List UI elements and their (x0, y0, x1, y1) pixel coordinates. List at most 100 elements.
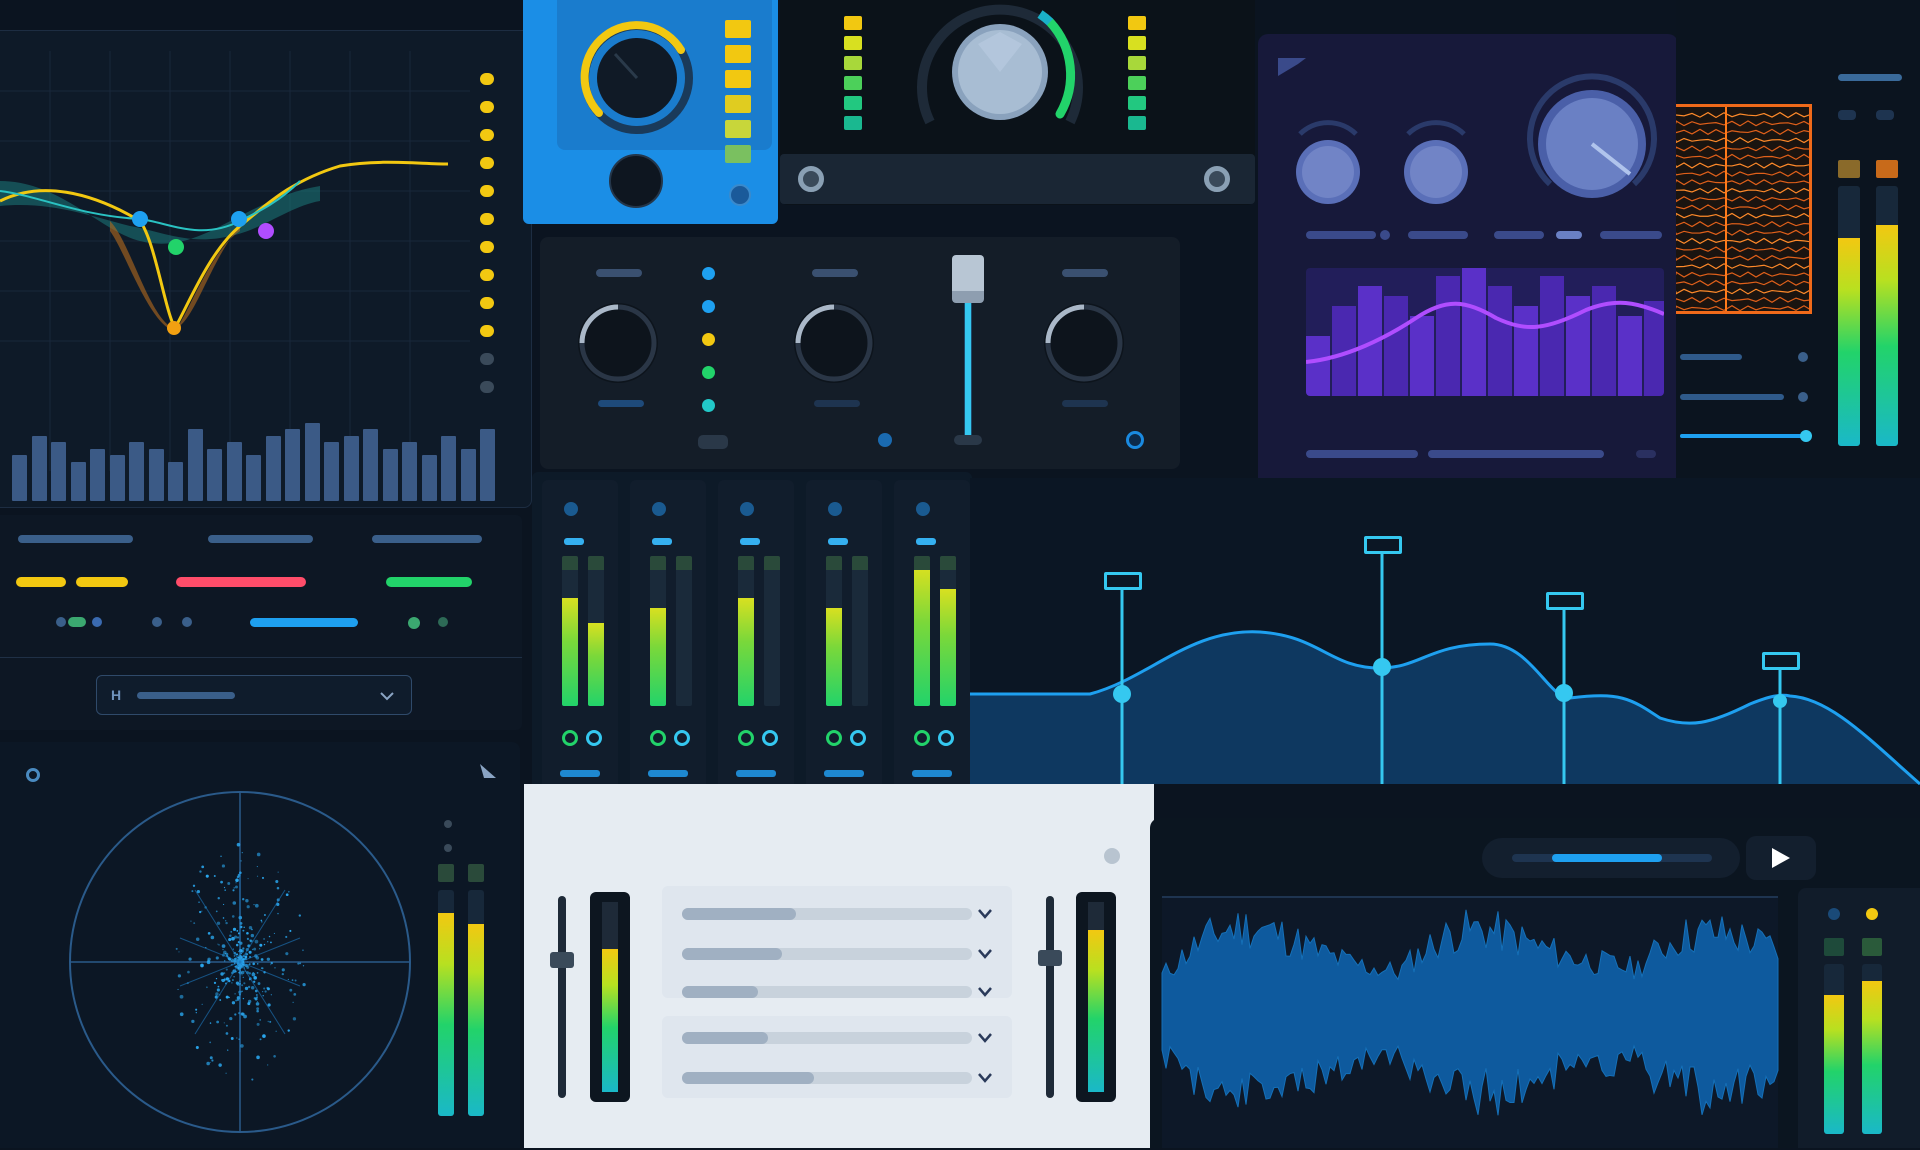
channel-send-1[interactable] (648, 770, 688, 777)
low-knob[interactable] (568, 293, 668, 393)
toggle-dot-2[interactable] (92, 617, 102, 627)
left-fader-handle[interactable] (550, 952, 574, 968)
scope-point (209, 1061, 211, 1063)
channel-dot[interactable] (828, 502, 842, 516)
band-handle-1[interactable] (1104, 572, 1142, 590)
eq-node-2[interactable] (168, 239, 184, 255)
synth-param-2[interactable] (1408, 231, 1468, 239)
synth-param-4[interactable] (1556, 231, 1582, 239)
band-node-4[interactable] (1773, 694, 1787, 708)
routing-row[interactable] (682, 906, 992, 920)
strip-small-btn-2[interactable] (954, 435, 982, 445)
strip-dot-2[interactable] (1126, 431, 1144, 449)
scope-point (235, 981, 240, 985)
toggle-dot-5[interactable] (408, 617, 420, 629)
band-node-1[interactable] (1113, 685, 1131, 703)
slider-line-2[interactable] (208, 535, 313, 543)
routing-row[interactable] (682, 1070, 992, 1084)
channel-dot[interactable] (916, 502, 930, 516)
routing-row[interactable] (682, 984, 992, 998)
scope-point (262, 995, 264, 997)
eq-led (480, 101, 494, 113)
spec-slider-handle[interactable] (1800, 430, 1812, 442)
mute-button[interactable] (650, 730, 666, 746)
slider-line-1[interactable] (18, 535, 133, 543)
eq-node-4[interactable] (231, 211, 247, 227)
input-gain-knob[interactable] (577, 18, 697, 138)
mute-button[interactable] (738, 730, 754, 746)
solo-button[interactable] (938, 730, 954, 746)
green-line[interactable] (386, 577, 472, 587)
solo-button[interactable] (762, 730, 778, 746)
fader-handle-icon[interactable] (952, 255, 984, 303)
scope-point (246, 961, 248, 963)
band-node-2[interactable] (1373, 658, 1391, 676)
channel-dot[interactable] (564, 502, 578, 516)
spec-dot-1[interactable] (1798, 352, 1808, 362)
spec-param-2[interactable] (1680, 394, 1784, 400)
channel-send-1[interactable] (560, 770, 600, 777)
right-fader-track[interactable] (1046, 896, 1054, 1098)
spec-param-1[interactable] (1680, 354, 1742, 360)
channel-dot[interactable] (740, 502, 754, 516)
strip-dot-1[interactable] (878, 433, 892, 447)
toggle-dot-1[interactable] (56, 617, 66, 627)
toggle-pill[interactable] (68, 617, 86, 627)
blue-line[interactable] (250, 618, 358, 627)
scope-point (236, 998, 240, 1002)
toggle-dot-6[interactable] (438, 617, 448, 627)
solo-button[interactable] (674, 730, 690, 746)
routing-row[interactable] (682, 1030, 992, 1044)
mute-button[interactable] (914, 730, 930, 746)
red-line[interactable] (176, 577, 306, 587)
attack-knob[interactable] (1288, 114, 1368, 214)
toggle-dot-4[interactable] (182, 617, 192, 627)
spec-slider[interactable] (1680, 434, 1808, 438)
eq-node-1[interactable] (132, 211, 148, 227)
mute-button[interactable] (562, 730, 578, 746)
eq-node-3[interactable] (167, 321, 181, 335)
left-fader-track[interactable] (558, 896, 566, 1098)
eq-node-5[interactable] (258, 223, 274, 239)
channel-send-1[interactable] (824, 770, 864, 777)
toggle-dot-3[interactable] (152, 617, 162, 627)
right-fader-handle[interactable] (1038, 950, 1062, 966)
synth-param-1[interactable] (1306, 231, 1376, 239)
scope-point (260, 919, 263, 922)
channel-dot[interactable] (652, 502, 666, 516)
strip-small-btn-1[interactable] (698, 435, 728, 449)
band-handle-4[interactable] (1762, 652, 1800, 670)
routing-row[interactable] (682, 946, 992, 960)
band-handle-2[interactable] (1364, 536, 1402, 554)
synth-bottom-3[interactable] (1636, 450, 1656, 458)
mute-button[interactable] (826, 730, 842, 746)
trim-knob[interactable] (609, 154, 663, 208)
solo-button[interactable] (586, 730, 602, 746)
synth-bottom-1[interactable] (1306, 450, 1418, 458)
playback-progress[interactable] (1552, 854, 1662, 862)
high-knob[interactable] (1034, 293, 1134, 393)
chevron-down-icon (978, 987, 992, 997)
solo-button[interactable] (850, 730, 866, 746)
channel-send-1[interactable] (736, 770, 776, 777)
yellow-line-1[interactable] (16, 577, 66, 587)
synth-bottom-2[interactable] (1428, 450, 1604, 458)
cutoff-knob[interactable] (1522, 73, 1662, 214)
mid-knob[interactable] (784, 293, 884, 393)
synth-param-3[interactable] (1494, 231, 1544, 239)
routing-row-value (682, 986, 758, 998)
decay-knob[interactable] (1396, 114, 1476, 214)
threshold-knob[interactable] (900, 0, 1100, 152)
preset-dropdown[interactable]: H (96, 675, 412, 715)
play-button[interactable] (1746, 836, 1816, 880)
channel-fader-track[interactable] (964, 293, 972, 443)
slider-line-3[interactable] (372, 535, 482, 543)
synth-param-dot[interactable] (1380, 230, 1390, 240)
channel-send-1[interactable] (912, 770, 952, 777)
band-node-3[interactable] (1555, 684, 1573, 702)
synth-param-5[interactable] (1600, 231, 1662, 239)
spec-dot-2[interactable] (1798, 392, 1808, 402)
yellow-line-2[interactable] (76, 577, 128, 587)
comp-led (844, 116, 862, 130)
band-handle-3[interactable] (1546, 592, 1584, 610)
